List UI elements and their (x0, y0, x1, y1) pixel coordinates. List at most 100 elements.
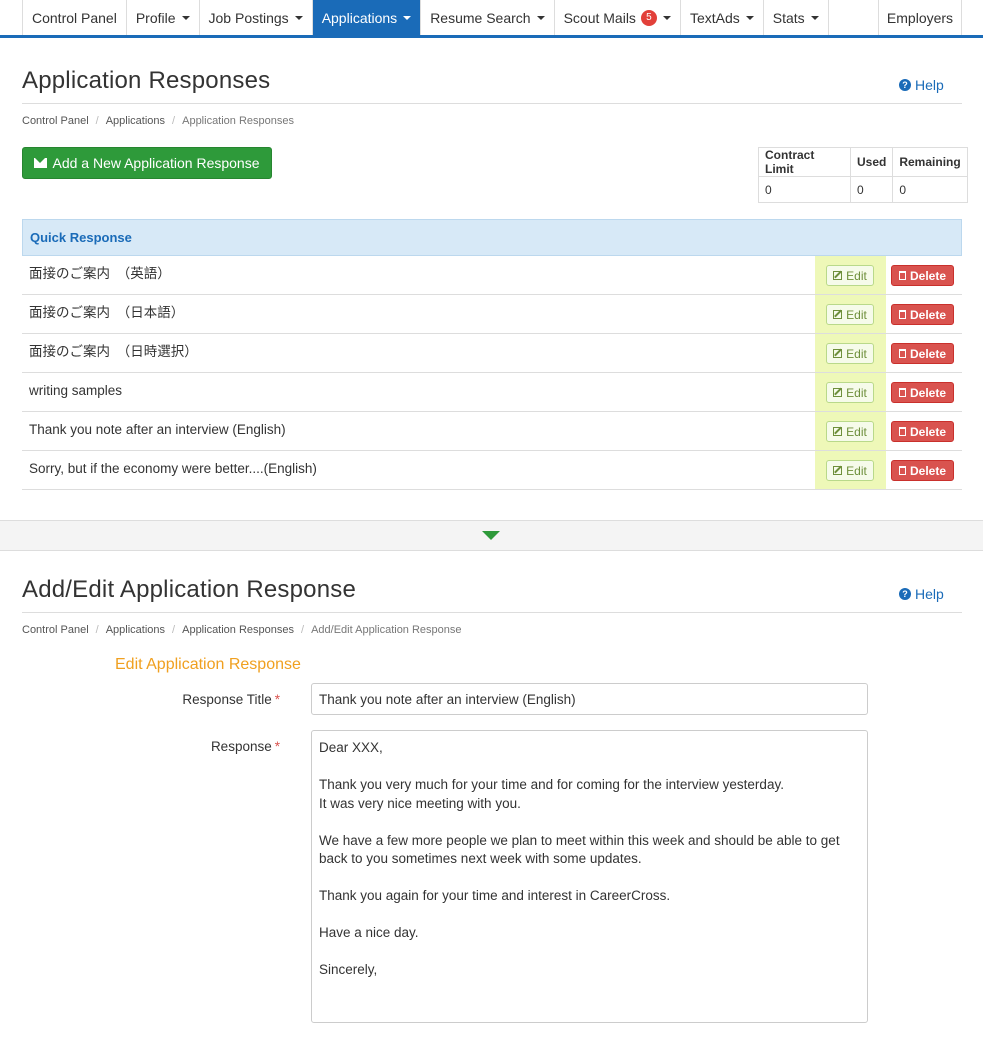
delete-button[interactable]: Delete (891, 421, 954, 442)
delete-label: Delete (909, 463, 947, 478)
help-label: Help (915, 586, 944, 602)
breadcrumb-applications[interactable]: Applications (106, 115, 165, 127)
envelope-icon (34, 158, 48, 168)
table-row: 面接のご案内 （日時選択） Edit Delete (22, 334, 962, 373)
breadcrumb-control-panel[interactable]: Control Panel (22, 624, 89, 636)
edit-label: Edit (846, 463, 867, 478)
nav-employers[interactable]: Employers (878, 0, 962, 35)
delete-button[interactable]: Delete (891, 382, 954, 403)
section-divider (0, 520, 983, 551)
help-link[interactable]: ? Help (899, 586, 944, 602)
edit-icon (833, 349, 843, 358)
edit-icon (833, 388, 843, 397)
breadcrumb-separator: / (95, 115, 99, 127)
add-application-response-button[interactable]: Add a New Application Response (22, 147, 272, 179)
edit-button[interactable]: Edit (826, 382, 874, 403)
breadcrumb-separator: / (301, 624, 305, 636)
response-textarea[interactable]: Dear XXX, Thank you very much for your t… (311, 730, 868, 1023)
edit-button[interactable]: Edit (826, 460, 874, 481)
help-label: Help (915, 77, 944, 93)
edit-button[interactable]: Edit (826, 421, 874, 442)
delete-label: Delete (909, 268, 947, 283)
response-title: 面接のご案内 （日本語） (29, 305, 185, 320)
breadcrumb-separator: / (95, 624, 99, 636)
contract-table: Contract Limit Used Remaining 0 0 0 (758, 147, 968, 203)
table-row: Sorry, but if the economy were better...… (22, 451, 962, 490)
nav-label: Applications (321, 9, 398, 26)
nav-job-postings[interactable]: Job Postings (200, 0, 313, 35)
trash-icon (898, 388, 906, 397)
caret-down-icon (662, 15, 671, 20)
nav-textads[interactable]: TextAds (681, 0, 764, 35)
edit-button[interactable]: Edit (826, 343, 874, 364)
trash-icon (898, 466, 906, 475)
edit-icon (833, 466, 843, 475)
caret-down-icon (403, 15, 412, 20)
table-row: 面接のご案内 （日本語） Edit Delete (22, 295, 962, 334)
response-title-input[interactable] (311, 683, 868, 715)
nav-scout-mails[interactable]: Scout Mails 5 (555, 0, 681, 35)
table-row: writing samples Edit Delete (22, 373, 962, 412)
contract-limit-value: 0 (758, 176, 851, 203)
edit-icon (833, 271, 843, 280)
edit-label: Edit (846, 346, 867, 361)
nav-resume-search[interactable]: Resume Search (421, 0, 555, 35)
response-title: Thank you note after an interview (Engli… (29, 422, 286, 437)
form-title: Edit Application Response (115, 656, 301, 673)
required-mark: * (274, 739, 280, 754)
breadcrumb-separator: / (172, 624, 176, 636)
nav-control-panel[interactable]: Control Panel (22, 0, 127, 35)
trash-icon (898, 271, 906, 280)
arrow-down-icon (482, 531, 500, 540)
delete-button[interactable]: Delete (891, 265, 954, 286)
nav-applications[interactable]: Applications (312, 0, 422, 35)
table-row: Thank you note after an interview (Engli… (22, 412, 962, 451)
caret-down-icon (810, 15, 819, 20)
add-button-label: Add a New Application Response (52, 155, 260, 171)
edit-icon (833, 427, 843, 436)
breadcrumb: Control Panel / Applications / Application… (22, 624, 462, 636)
nav-label: TextAds (689, 9, 740, 26)
divider (22, 612, 962, 613)
top-nav: Control Panel Profile Job Postings Appli… (0, 0, 983, 38)
nav-stats[interactable]: Stats (764, 0, 829, 35)
trash-icon (898, 427, 906, 436)
nav-label: Stats (772, 9, 805, 26)
table-row: 面接のご案内 （英語） Edit Delete (22, 256, 962, 295)
page-title: Application Responses (22, 67, 271, 94)
breadcrumb-control-panel[interactable]: Control Panel (22, 115, 89, 127)
help-link[interactable]: ? Help (899, 77, 944, 93)
response-title: Sorry, but if the economy were better...… (29, 461, 317, 476)
response-label: Response * (100, 739, 280, 754)
breadcrumb-application-responses[interactable]: Application Responses (182, 624, 294, 636)
edit-button[interactable]: Edit (826, 304, 874, 325)
breadcrumb-applications[interactable]: Applications (106, 624, 165, 636)
nav-label: Resume Search (430, 9, 531, 26)
notification-badge: 5 (640, 9, 657, 26)
quick-response-header: Quick Response (22, 219, 962, 256)
caret-down-icon (294, 15, 303, 20)
edit-button[interactable]: Edit (826, 265, 874, 286)
page-title: Add/Edit Application Response (22, 576, 357, 603)
remaining-value: 0 (892, 176, 968, 203)
breadcrumb-separator: / (172, 115, 176, 127)
question-icon: ? (899, 588, 911, 600)
delete-button[interactable]: Delete (891, 343, 954, 364)
caret-down-icon (181, 15, 190, 20)
question-icon: ? (899, 79, 911, 91)
caret-down-icon (745, 15, 754, 20)
delete-button[interactable]: Delete (891, 304, 954, 325)
edit-label: Edit (846, 424, 867, 439)
response-title-label: Response Title * (100, 692, 280, 707)
delete-button[interactable]: Delete (891, 460, 954, 481)
nav-label: Control Panel (32, 9, 117, 26)
nav-profile[interactable]: Profile (127, 0, 200, 35)
trash-icon (898, 349, 906, 358)
used-header: Used (849, 147, 894, 177)
nav-label: Job Postings (208, 9, 289, 26)
contract-limit-header: Contract Limit (758, 147, 851, 177)
delete-label: Delete (909, 346, 947, 361)
trash-icon (898, 310, 906, 319)
nav-label: Scout Mails (563, 9, 636, 26)
edit-icon (833, 310, 843, 319)
